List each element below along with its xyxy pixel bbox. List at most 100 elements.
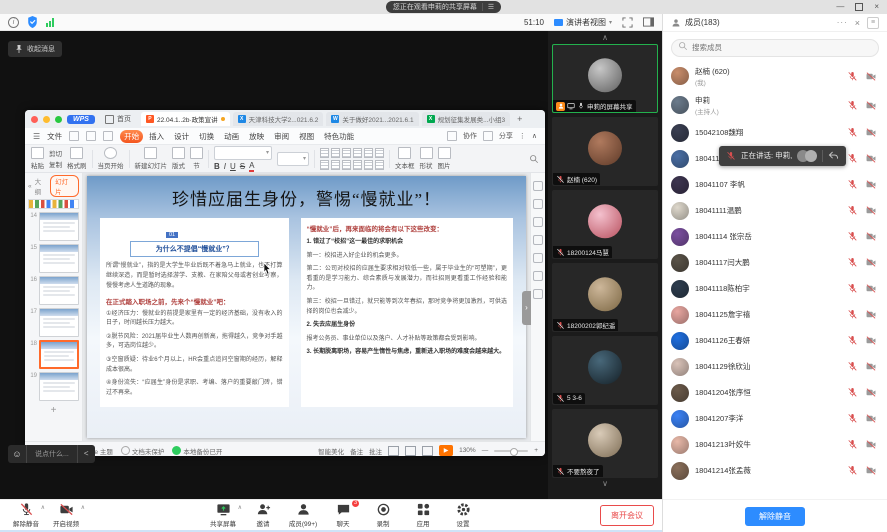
play-from-page-button[interactable]: 当页开始 [98, 147, 124, 170]
camera-off-icon[interactable] [865, 361, 877, 372]
more-menu-icon[interactable]: ⋮ [519, 132, 526, 140]
document-tab[interactable]: X 天津科技大学2...021.6.2 [233, 112, 324, 126]
menu-collab[interactable]: 协作 [463, 131, 477, 141]
copy-button[interactable]: 复制 [49, 159, 62, 169]
chat-quickbar[interactable]: ☺ 说点什么... < [8, 445, 95, 463]
video-tile[interactable]: 申莉的屏幕共享 [552, 44, 658, 113]
security-shield-icon[interactable] [27, 16, 38, 28]
member-row[interactable]: 18041207李洋 [663, 406, 887, 432]
minimize-button[interactable]: — [836, 1, 844, 13]
section-button[interactable]: 节 [190, 147, 203, 170]
camera-off-icon[interactable] [865, 231, 877, 242]
member-row[interactable]: 18041107 李帆 [663, 172, 887, 198]
document-tab[interactable]: X 规划征集发展类...小组3 [422, 112, 511, 126]
member-row[interactable]: 申莉 (主持人) [663, 91, 887, 120]
format-painter-button[interactable]: 格式刷 [67, 147, 87, 170]
wps-logo[interactable]: WPS [67, 115, 95, 124]
view-read-icon[interactable] [422, 446, 433, 456]
new-slide-button[interactable]: 新建幻灯片 [135, 147, 168, 170]
slide-thumbnail[interactable] [39, 372, 79, 401]
share-options-caret-icon[interactable]: ∧ [238, 504, 242, 511]
invite-button[interactable]: 邀请 [243, 502, 283, 528]
undo-icon[interactable] [103, 131, 113, 141]
chat-button[interactable]: 3 聊天 [323, 502, 363, 528]
tab-slides[interactable]: 幻灯片 [50, 175, 79, 197]
emoji-icon[interactable]: ☺ [8, 445, 27, 463]
menu-item[interactable]: 切换 [195, 130, 218, 143]
mic-muted-icon[interactable] [847, 335, 858, 346]
mic-muted-icon[interactable] [726, 151, 736, 161]
mic-muted-icon[interactable] [847, 387, 858, 398]
camera-off-icon[interactable] [865, 413, 877, 424]
member-row[interactable]: 18041214张孟薇 [663, 458, 887, 484]
mic-muted-icon[interactable] [847, 283, 858, 294]
member-row[interactable]: 18041204张序恒 [663, 380, 887, 406]
hamburger-icon[interactable]: ☰ [33, 132, 40, 141]
bold-button[interactable]: B [214, 162, 220, 171]
menu-item[interactable]: 特色功能 [320, 130, 358, 143]
tab-outline[interactable]: 大纲 [35, 176, 48, 196]
scroll-down-chevron-icon[interactable]: ∨ [602, 478, 608, 490]
camera-off-icon[interactable] [865, 179, 877, 190]
add-slide-button[interactable]: + [28, 405, 79, 416]
apps-button[interactable]: 应用 [403, 502, 443, 528]
layout-button[interactable]: 版式 [172, 147, 185, 170]
camera-off-icon[interactable] [865, 153, 877, 164]
mic-muted-icon[interactable] [847, 257, 858, 268]
collapse-handle[interactable]: › [522, 291, 531, 325]
menu-item[interactable]: 开始 [120, 130, 143, 143]
member-row[interactable]: 18041125詹宇禧 [663, 302, 887, 328]
protect-label[interactable]: 文档未保护 [132, 446, 165, 456]
menu-item[interactable]: 审阅 [270, 130, 293, 143]
start-video-button[interactable]: 开启视频 ∧ [46, 502, 86, 528]
view-sorter-icon[interactable] [405, 446, 416, 456]
video-tile[interactable]: 赵楠 (620) [552, 117, 658, 186]
font-size-select[interactable]: ▾ [277, 152, 309, 166]
find-icon[interactable] [529, 154, 539, 164]
slide-thumbnail-row[interactable]: 17 [28, 308, 79, 337]
beautify-button[interactable]: 智能美化 [318, 446, 344, 456]
slide-thumbnail[interactable] [39, 244, 79, 273]
slide-13-thumbnail-partial[interactable] [28, 199, 79, 209]
menu-item[interactable]: 设计 [170, 130, 193, 143]
unmute-all-button[interactable]: 解除静音 [745, 507, 805, 526]
slideshow-play-button[interactable]: ▶ [439, 445, 453, 456]
menu-item[interactable]: 视图 [295, 130, 318, 143]
italic-button[interactable]: I [224, 162, 226, 171]
unmute-button[interactable]: 解除静音 ∧ [6, 502, 46, 528]
member-row[interactable]: 18041117闫大鹏 [663, 250, 887, 276]
camera-options-caret-icon[interactable]: ∧ [81, 504, 85, 511]
collab-icon[interactable] [447, 131, 457, 141]
mic-muted-icon[interactable] [847, 100, 858, 111]
video-tile[interactable]: 不要熬夜了 [552, 409, 658, 478]
slide-left-textbox[interactable]: 01 为什么不提倡“慢就业”？ 所谓“慢就业”，指的是大学生毕业后既不着急马上就… [100, 218, 289, 407]
member-row[interactable]: 18041118陈柏宇 [663, 276, 887, 302]
banner-menu-icon[interactable]: ☰ [482, 3, 494, 11]
maximize-button[interactable] [855, 3, 863, 11]
view-normal-icon[interactable] [388, 446, 399, 456]
slide-thumbnail[interactable] [39, 340, 79, 369]
backup-label[interactable]: 本地备份已开 [183, 446, 222, 456]
settings-button[interactable]: 设置 [443, 502, 483, 528]
view-mode-dropdown[interactable]: 演讲者视图 ▾ [554, 17, 612, 28]
document-tab[interactable]: P 22.04.1..2b·政策宣讲 [141, 112, 230, 126]
share-banner[interactable]: 您正在观看申莉的共享屏幕 ☰ [386, 1, 501, 13]
side-tool-icon[interactable] [533, 199, 543, 209]
camera-off-icon[interactable] [865, 257, 877, 268]
menu-share[interactable]: 分享 [499, 131, 513, 141]
notes-button[interactable]: 备注 [350, 446, 363, 456]
side-tool-icon[interactable] [533, 289, 543, 299]
side-tool-icon[interactable] [533, 181, 543, 191]
font-family-select[interactable]: ▾ [214, 146, 272, 160]
fullscreen-icon[interactable] [622, 17, 633, 28]
side-tool-icon[interactable] [533, 253, 543, 263]
font-color-button[interactable]: A [249, 162, 254, 172]
textbox-button[interactable]: 文本框 [395, 147, 415, 170]
print-icon[interactable] [86, 131, 96, 141]
member-row[interactable]: 18041126王春妍 [663, 328, 887, 354]
mic-muted-icon[interactable] [847, 205, 858, 216]
tab-home[interactable]: 首页 [100, 114, 136, 124]
camera-off-icon[interactable] [865, 335, 877, 346]
slide-thumbnail-row[interactable]: 18 [28, 340, 79, 369]
members-button[interactable]: 成员(99+) [283, 502, 323, 528]
